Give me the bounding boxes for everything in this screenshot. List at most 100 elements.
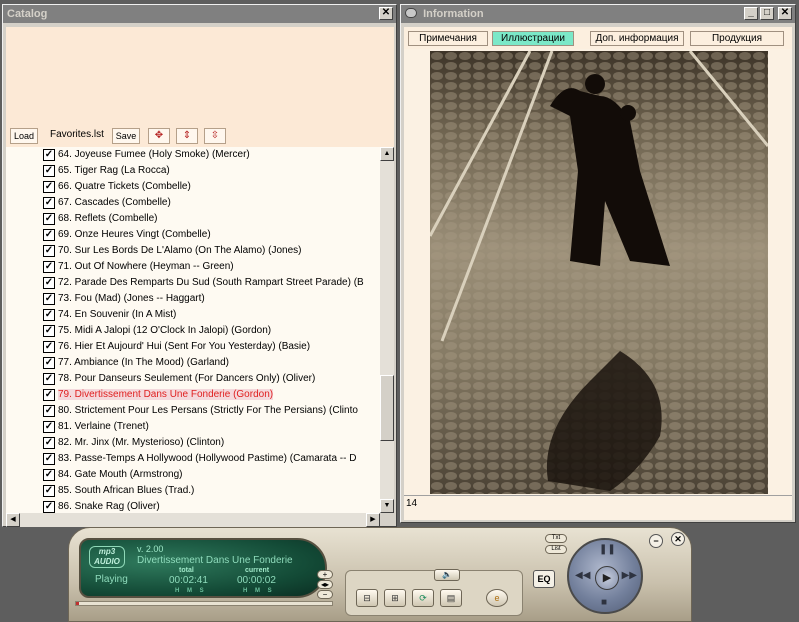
play-button[interactable]: ▶	[595, 566, 619, 590]
list-item[interactable]: ✓ 79. Divertissement Dans Une Fonderie (G…	[6, 387, 380, 403]
move-all-icon[interactable]: ✥	[148, 128, 170, 144]
volume-down-button[interactable]: −	[317, 590, 333, 599]
list-item[interactable]: ✓ 77. Ambiance (In The Mood) (Garland)	[6, 355, 380, 371]
speaker-icon[interactable]: 🔈	[434, 569, 460, 581]
item-checkbox[interactable]: ✓	[43, 229, 55, 241]
item-checkbox[interactable]: ✓	[43, 421, 55, 433]
item-checkbox[interactable]: ✓	[43, 277, 55, 289]
item-checkbox[interactable]: ✓	[43, 405, 55, 417]
player-close-button[interactable]: ✕	[671, 532, 685, 546]
item-checkbox[interactable]: ✓	[43, 197, 55, 209]
pause-icon[interactable]: ❚❚	[599, 544, 616, 555]
repeat-button[interactable]: ⟳	[412, 589, 434, 607]
seek-bar[interactable]	[75, 601, 333, 606]
item-checkbox[interactable]: ✓	[43, 373, 55, 385]
balance-button[interactable]: ◂▸	[317, 580, 333, 589]
list-item[interactable]: ✓ 66. Quatre Tickets (Combelle)	[6, 179, 380, 195]
stop-icon[interactable]: ■	[601, 597, 607, 608]
item-label: 83. Passe-Temps A Hollywood (Hollywood P…	[58, 453, 357, 464]
item-checkbox[interactable]: ✓	[43, 501, 55, 513]
list-item[interactable]: ✓ 65. Tiger Rag (La Rocca)	[6, 163, 380, 179]
scroll-thumb[interactable]	[380, 375, 394, 441]
scroll-down-button[interactable]: ▼	[380, 499, 394, 513]
catalog-titlebar[interactable]: Catalog ✕	[3, 5, 396, 23]
list-button[interactable]: List	[545, 545, 567, 554]
item-checkbox[interactable]: ✓	[43, 261, 55, 273]
item-checkbox[interactable]: ✓	[43, 469, 55, 481]
catalog-close-button[interactable]: ✕	[379, 7, 393, 20]
item-label: 70. Sur Les Bords De L'Alamo (On The Ala…	[58, 245, 302, 256]
player-minimize-button[interactable]: −	[649, 534, 663, 548]
list-item[interactable]: ✓ 75. Midi A Jalopi (12 O'Clock In Jalopi…	[6, 323, 380, 339]
prev-track-button[interactable]: ⊟	[356, 589, 378, 607]
total-time: 00:02:41	[169, 575, 208, 586]
list-item[interactable]: ✓ 76. Hier Et Aujourd' Hui (Sent For You …	[6, 339, 380, 355]
track-list-hscrollbar[interactable]: ◀ ▶	[6, 513, 380, 527]
item-checkbox[interactable]: ✓	[43, 181, 55, 193]
txt-button[interactable]: Txt	[545, 534, 567, 543]
item-label: 78. Pour Danseurs Seulement (For Dancers…	[58, 373, 316, 384]
move-up-down-alt-icon[interactable]: ⇳	[204, 128, 226, 144]
next-track-button[interactable]: ⊞	[384, 589, 406, 607]
list-item[interactable]: ✓ 84. Gate Mouth (Armstrong)	[6, 467, 380, 483]
rewind-icon[interactable]: ◀◀	[575, 570, 590, 581]
item-checkbox[interactable]: ✓	[43, 309, 55, 321]
scroll-right-button[interactable]: ▶	[366, 513, 380, 527]
item-checkbox[interactable]: ✓	[43, 213, 55, 225]
list-item[interactable]: ✓ 72. Parade Des Remparts Du Sud (South R…	[6, 275, 380, 291]
item-checkbox[interactable]: ✓	[43, 437, 55, 449]
track-list[interactable]: ✓ 64. Joyeuse Fumee (Holy Smoke) (Mercer)…	[6, 147, 380, 513]
list-item[interactable]: ✓ 74. En Souvenir (In A Mist)	[6, 307, 380, 323]
scroll-up-button[interactable]: ▲	[380, 147, 394, 161]
track-list-vscrollbar[interactable]: ▲ ▼	[380, 147, 394, 513]
list-item[interactable]: ✓ 64. Joyeuse Fumee (Holy Smoke) (Mercer)	[6, 147, 380, 163]
item-checkbox[interactable]: ✓	[43, 149, 55, 161]
item-checkbox[interactable]: ✓	[43, 485, 55, 497]
item-checkbox[interactable]: ✓	[43, 165, 55, 177]
catalog-toolbar: Load Favorites.lst Save ✥ ⇕ ⇳	[6, 125, 394, 147]
maximize-button[interactable]: □	[760, 7, 774, 20]
list-item[interactable]: ✓ 70. Sur Les Bords De L'Alamo (On The Al…	[6, 243, 380, 259]
tab-products[interactable]: Продукция	[690, 31, 784, 46]
move-up-down-icon[interactable]: ⇕	[176, 128, 198, 144]
list-item[interactable]: ✓ 85. South African Blues (Trad.)	[6, 483, 380, 499]
list-item[interactable]: ✓ 86. Snake Rag (Oliver)	[6, 499, 380, 513]
list-item[interactable]: ✓ 80. Strictement Pour Les Persans (Stric…	[6, 403, 380, 419]
item-checkbox[interactable]: ✓	[43, 325, 55, 337]
playlist-button[interactable]: ▤	[440, 589, 462, 607]
information-window: Information _ □ ✕ Примечания Иллюстрации…	[400, 4, 796, 523]
item-checkbox[interactable]: ✓	[43, 293, 55, 305]
list-item[interactable]: ✓ 69. Onze Heures Vingt (Combelle)	[6, 227, 380, 243]
fast-forward-icon[interactable]: ▶▶	[622, 570, 637, 581]
eq-button[interactable]: EQ	[533, 570, 555, 588]
tab-notes[interactable]: Примечания	[408, 31, 488, 46]
info-title: Information	[423, 8, 484, 20]
list-item[interactable]: ✓ 81. Verlaine (Trenet)	[6, 419, 380, 435]
volume-up-button[interactable]: +	[317, 570, 333, 579]
list-item[interactable]: ✓ 82. Mr. Jinx (Mr. Mysterioso) (Clinton)	[6, 435, 380, 451]
player-display: mp3 AUDIO v. 2.00 Divertissement Dans Un…	[79, 538, 327, 598]
list-item[interactable]: ✓ 67. Cascades (Combelle)	[6, 195, 380, 211]
list-item[interactable]: ✓ 78. Pour Danseurs Seulement (For Dancer…	[6, 371, 380, 387]
item-checkbox[interactable]: ✓	[43, 245, 55, 257]
version-text: v. 2.00	[137, 544, 164, 554]
tab-illustrations[interactable]: Иллюстрации	[492, 31, 574, 46]
load-button[interactable]: Load	[10, 128, 38, 144]
list-item[interactable]: ✓ 83. Passe-Temps A Hollywood (Hollywood …	[6, 451, 380, 467]
control-panel: 🔈 ⊟ ⊞ ⟳ ▤ e	[345, 569, 523, 616]
list-item[interactable]: ✓ 71. Out Of Nowhere (Heyman -- Green)	[6, 259, 380, 275]
scroll-left-button[interactable]: ◀	[6, 513, 20, 527]
item-label: 80. Strictement Pour Les Persans (Strict…	[58, 405, 358, 416]
info-close-button[interactable]: ✕	[778, 7, 792, 20]
tab-additional-info[interactable]: Доп. информация	[590, 31, 684, 46]
item-checkbox[interactable]: ✓	[43, 341, 55, 353]
minimize-button[interactable]: _	[744, 7, 758, 20]
item-checkbox[interactable]: ✓	[43, 389, 55, 401]
list-item[interactable]: ✓ 73. Fou (Mad) (Jones -- Haggart)	[6, 291, 380, 307]
web-link-icon[interactable]: e	[486, 589, 508, 607]
info-titlebar[interactable]: Information _ □ ✕	[401, 5, 795, 23]
save-button[interactable]: Save	[112, 128, 140, 144]
item-checkbox[interactable]: ✓	[43, 453, 55, 465]
list-item[interactable]: ✓ 68. Reflets (Combelle)	[6, 211, 380, 227]
item-checkbox[interactable]: ✓	[43, 357, 55, 369]
